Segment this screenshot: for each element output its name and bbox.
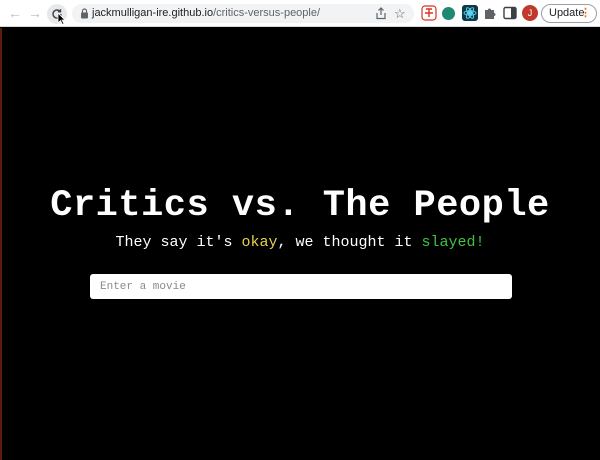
extension-2-icon[interactable]: [442, 7, 455, 20]
kebab-menu-icon[interactable]: ⋮: [580, 5, 591, 22]
side-panel-icon[interactable]: [502, 5, 518, 21]
puzzle-extensions-icon[interactable]: [482, 5, 498, 21]
url-text[interactable]: jackmulligan-ire.github.io/critics-versu…: [92, 6, 320, 21]
lock-icon[interactable]: [80, 8, 89, 19]
movie-search-input[interactable]: [90, 274, 512, 299]
subtitle-part-1: They say it's: [115, 234, 242, 251]
back-arrow-icon[interactable]: ←: [6, 4, 24, 22]
page-subtitle: They say it's okay, we thought it slayed…: [0, 234, 600, 251]
browser-toolbar: ← → jackmulligan-ire.github.io/critics-v…: [0, 0, 600, 27]
share-icon[interactable]: [375, 7, 387, 20]
subtitle-okay-word: okay: [241, 234, 278, 251]
update-button[interactable]: Update ⋮: [541, 4, 597, 23]
url-host: jackmulligan-ire.github.io: [92, 7, 214, 19]
forward-arrow-icon[interactable]: →: [26, 4, 44, 22]
url-path: /critics-versus-people/: [213, 7, 321, 19]
extension-3-icon[interactable]: [462, 5, 478, 21]
extension-1-icon[interactable]: [421, 5, 437, 21]
subtitle-slayed-word: slayed!: [421, 234, 485, 251]
bookmark-star-icon[interactable]: ☆: [394, 6, 406, 21]
address-bar[interactable]: jackmulligan-ire.github.io/critics-versu…: [72, 4, 414, 23]
subtitle-part-2: , we thought it: [277, 234, 422, 251]
page-title: Critics vs. The People: [50, 185, 550, 227]
mouse-cursor-icon: [57, 12, 66, 25]
profile-avatar[interactable]: J: [522, 5, 538, 21]
